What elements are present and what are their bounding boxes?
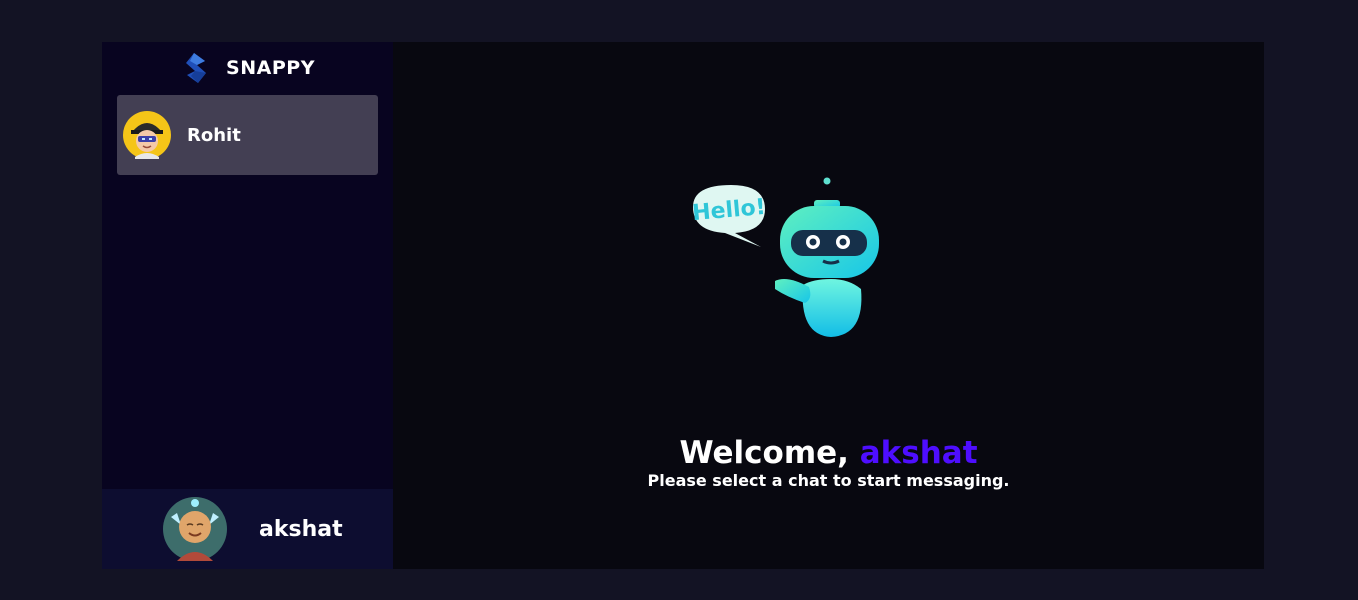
welcome-greeting: Welcome, xyxy=(679,435,860,471)
welcome-message: Welcome, akshat Please select a chat to … xyxy=(393,434,1264,490)
welcome-username: akshat xyxy=(859,435,978,471)
snappy-logo-icon xyxy=(186,53,207,83)
current-user-bar: akshat xyxy=(102,489,393,569)
brand-name: SNAPPY xyxy=(226,57,315,79)
robot-hello-icon: Hello! xyxy=(691,177,879,337)
contacts-sidebar: SNAPPY Rohit akshat xyxy=(102,42,393,569)
akshat-avatar-icon xyxy=(163,497,227,561)
brand-header: SNAPPY xyxy=(102,42,393,94)
current-user-name: akshat xyxy=(259,516,343,542)
welcome-panel: Hello! Welcome, akshat Please select a c… xyxy=(393,42,1264,569)
contact-item-rohit[interactable]: Rohit xyxy=(117,95,378,175)
welcome-subtitle: Please select a chat to start messaging. xyxy=(647,471,1010,490)
contact-list: Rohit xyxy=(102,94,393,175)
contact-name: Rohit xyxy=(187,124,241,146)
chat-app-container: SNAPPY Rohit akshat Hello! Welcome, aksh… xyxy=(102,42,1264,569)
welcome-title: Welcome, akshat xyxy=(393,434,1264,472)
rohit-avatar-icon xyxy=(123,111,171,159)
